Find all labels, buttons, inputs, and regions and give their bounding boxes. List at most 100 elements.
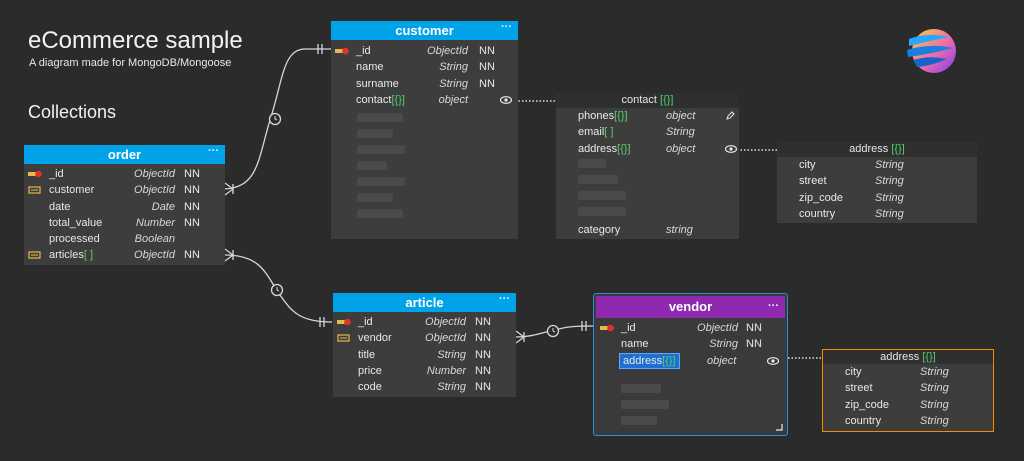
field-name: street (799, 175, 827, 188)
field-name: customer (49, 184, 95, 197)
field-type: String (439, 77, 468, 90)
field-row[interactable]: city String (823, 364, 993, 380)
field-name: articles[ ] (49, 249, 94, 262)
field-row[interactable]: surname String NN (331, 76, 518, 92)
field-name: name (621, 338, 649, 351)
customer-menu-icon[interactable]: ··· (501, 18, 512, 37)
field-type: String (875, 175, 904, 188)
field-row[interactable]: date Date NN (24, 199, 225, 215)
field-row[interactable]: total_value Number NN (24, 215, 225, 231)
field-name: total_value (49, 216, 103, 229)
field-name: category (578, 224, 621, 236)
order-menu-icon[interactable]: ··· (208, 142, 219, 161)
field-name: processed (49, 233, 100, 246)
field-type: Date (151, 200, 175, 213)
order-table[interactable]: order ··· _id ObjectId NN customer Objec… (24, 145, 225, 265)
field-row[interactable]: zip_code String (777, 190, 977, 206)
field-type: String (920, 398, 949, 411)
field-row[interactable]: name String NN (594, 336, 787, 352)
customer-address-subdocument[interactable]: address [{}] city String street String z… (777, 142, 977, 223)
field-row[interactable]: _id ObjectId NN (331, 43, 518, 59)
placeholder-row (621, 400, 669, 409)
field-row[interactable]: address[{}] object (594, 352, 787, 369)
eye-icon[interactable] (767, 356, 779, 365)
field-name: city (799, 159, 816, 171)
field-row[interactable]: category string (556, 222, 739, 238)
field-row[interactable]: country String (777, 206, 977, 222)
field-row[interactable]: vendor ObjectId NN (333, 330, 516, 346)
not-null-flag: NN (184, 200, 200, 213)
eye-icon[interactable] (725, 144, 737, 153)
field-row[interactable]: processed Boolean (24, 231, 225, 247)
field-row[interactable]: street String (823, 380, 993, 396)
field-type: string (666, 224, 693, 236)
address-subdocument-header[interactable]: address [{}] (777, 142, 977, 157)
placeholder-row (357, 145, 405, 154)
placeholder-row (357, 177, 405, 186)
not-null-flag: NN (479, 45, 495, 57)
placeholder-row (578, 159, 606, 168)
article-menu-icon[interactable]: ··· (499, 290, 510, 309)
article-table[interactable]: article ··· _id ObjectId NN vendor Objec… (333, 293, 516, 397)
field-type: object (707, 354, 737, 367)
field-row[interactable]: zip_code String (823, 397, 993, 413)
field-row[interactable]: title String NN (333, 347, 516, 363)
vendor-menu-icon[interactable]: ··· (768, 295, 779, 317)
field-type: ObjectId (425, 316, 466, 328)
field-row[interactable]: street String (777, 173, 977, 189)
field-row[interactable]: _id ObjectId NN (594, 320, 787, 336)
field-row[interactable]: address[{}] object (556, 141, 739, 157)
address-subdocument-header[interactable]: address [{}] (823, 350, 993, 364)
primary-key-icon (337, 318, 351, 326)
primary-key-icon (28, 170, 42, 178)
placeholder-row (357, 129, 393, 138)
field-row[interactable]: _id ObjectId NN (333, 314, 516, 330)
field-row[interactable]: _id ObjectId NN (24, 166, 225, 182)
field-row[interactable]: country String (823, 413, 993, 429)
article-table-header[interactable]: article ··· (333, 293, 516, 312)
field-name-selected[interactable]: address[{}] (619, 352, 680, 369)
not-null-flag: NN (184, 216, 200, 229)
field-type: ObjectId (134, 184, 175, 197)
placeholder-row (357, 209, 403, 218)
not-null-flag: NN (479, 61, 495, 74)
vendor-table-header[interactable]: vendor ··· (596, 296, 785, 318)
order-table-header[interactable]: order ··· (24, 145, 225, 164)
field-row[interactable]: phones[{}] object (556, 108, 739, 124)
field-name: _id (621, 322, 636, 334)
customer-table[interactable]: customer ··· _id ObjectId NN name String… (331, 21, 518, 239)
field-type: ObjectId (697, 322, 738, 334)
field-row[interactable]: email[ ] String (556, 124, 739, 140)
field-row[interactable]: articles[ ] ObjectId NN (24, 247, 225, 263)
field-type: String (920, 414, 949, 427)
not-null-flag: NN (475, 348, 491, 361)
field-row[interactable]: price Number NN (333, 363, 516, 379)
field-type: String (920, 382, 949, 395)
field-row[interactable]: city String (777, 157, 977, 173)
contact-subdocument[interactable]: contact [{}] phones[{}] object email[ ] … (556, 93, 739, 239)
field-name: _id (49, 168, 64, 180)
vendor-address-subdocument[interactable]: address [{}] city String street String z… (822, 349, 994, 432)
contact-subdocument-header[interactable]: contact [{}] (556, 93, 739, 108)
field-type: object (438, 93, 468, 106)
field-row[interactable]: customer ObjectId NN (24, 182, 225, 198)
field-row[interactable]: contact[{}] object (331, 92, 518, 108)
field-type: ObjectId (427, 45, 468, 57)
field-name: date (49, 200, 71, 213)
article-table-title: article (405, 295, 444, 310)
field-type: Boolean (134, 233, 175, 246)
field-row[interactable]: name String NN (331, 59, 518, 75)
edit-pencil-icon[interactable] (726, 111, 735, 120)
field-name: phones[{}] (578, 110, 628, 122)
order-table-title: order (107, 147, 142, 162)
resize-handle-icon[interactable] (776, 424, 783, 431)
field-type: String (875, 207, 904, 220)
field-type: object (666, 110, 696, 122)
field-type: String (437, 348, 466, 361)
eye-icon[interactable] (500, 95, 512, 104)
not-null-flag: NN (475, 316, 491, 328)
customer-table-header[interactable]: customer ··· (331, 21, 518, 40)
vendor-table[interactable]: vendor ··· _id ObjectId NN name String N… (593, 293, 788, 436)
placeholder-row (357, 161, 387, 170)
field-row[interactable]: code String NN (333, 379, 516, 395)
